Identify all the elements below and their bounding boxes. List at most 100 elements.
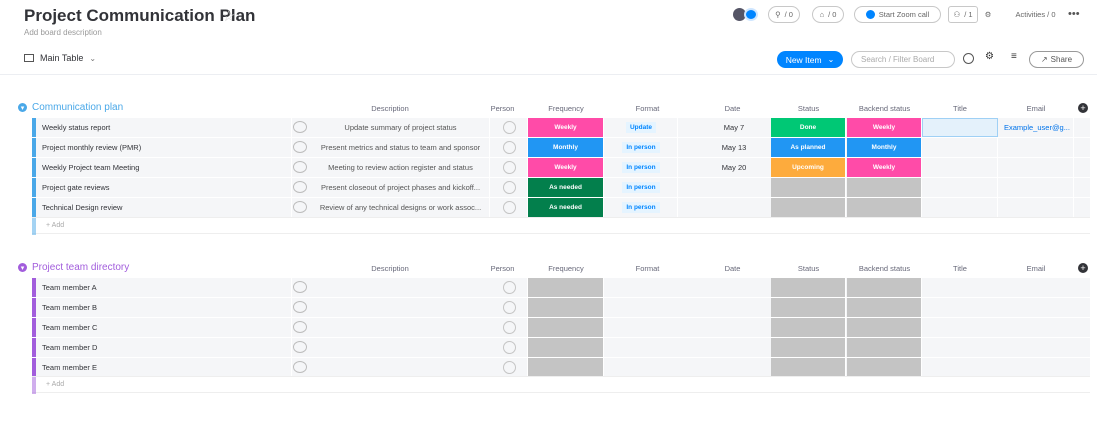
table-row[interactable]: Team member B [32,298,1090,317]
add-column-icon[interactable]: + [1078,263,1088,273]
item-name[interactable]: Technical Design review [42,198,292,217]
description-cell[interactable]: Present closeout of project phases and k… [312,178,490,197]
backend-status-cell[interactable] [847,198,922,217]
table-row[interactable]: Team member C [32,318,1090,337]
frequency-cell[interactable] [528,278,604,297]
column-header-backend-status[interactable]: Backend status [847,104,922,113]
column-header-format[interactable]: Format [605,264,690,273]
add-item-row[interactable]: + Add [32,376,1090,394]
column-header-date[interactable]: Date [700,104,765,113]
conversation-icon[interactable] [293,321,307,333]
status-cell[interactable] [771,358,846,377]
members-button[interactable]: ⚇/ 1 [948,6,978,23]
person-filter-icon[interactable] [963,53,974,64]
activities-button[interactable]: Activities / 0 [1009,6,1062,23]
zoom-call-button[interactable]: Start Zoom call [854,6,941,23]
person-cell[interactable] [492,198,528,217]
column-header-title[interactable]: Title [922,264,998,273]
add-column-icon[interactable]: + [1078,103,1088,113]
backend-status-cell[interactable] [847,298,922,317]
status-cell[interactable] [771,338,846,357]
column-header-description[interactable]: Description [340,264,440,273]
backend-status-cell[interactable] [847,338,922,357]
title-cell[interactable] [922,178,998,197]
email-cell[interactable] [998,158,1074,177]
star-icon[interactable]: ☆ [222,7,235,25]
description-cell[interactable]: Meeting to review action register and st… [312,158,490,177]
date-cell[interactable] [687,198,782,217]
item-name[interactable]: Project monthly review (PMR) [42,138,292,157]
updates-button[interactable]: ⌂/ 0 [812,6,844,23]
conversation-icon[interactable] [293,161,307,173]
status-cell[interactable] [771,318,846,337]
description-cell[interactable]: Update summary of project status [312,118,490,137]
email-cell[interactable]: Example_user@g... [998,118,1074,137]
title-cell[interactable] [922,158,998,177]
date-cell[interactable]: May 20 [687,158,782,177]
format-cell[interactable]: In person [605,158,678,177]
column-header-frequency[interactable]: Frequency [528,104,604,113]
person-cell[interactable] [492,318,528,337]
search-input[interactable]: Search / Filter Board [851,51,955,68]
status-cell[interactable] [771,198,846,217]
column-header-format[interactable]: Format [605,104,690,113]
table-row[interactable]: Project gate reviews Present closeout of… [32,178,1090,197]
backend-status-cell[interactable] [847,318,922,337]
item-name[interactable]: Team member B [42,298,292,317]
backend-status-cell[interactable] [847,358,922,377]
conversation-icon[interactable] [293,201,307,213]
column-header-person[interactable]: Person [480,264,525,273]
status-cell[interactable] [771,298,846,317]
frequency-cell[interactable] [528,358,604,377]
table-row[interactable]: Technical Design review Review of any te… [32,198,1090,217]
person-cell[interactable] [492,158,528,177]
group-title[interactable]: Project team directory [32,262,129,273]
frequency-cell[interactable]: As needed [528,178,604,197]
item-name[interactable]: Team member A [42,278,292,297]
conversation-icon[interactable] [293,281,307,293]
group-header-project-team-directory[interactable]: ▾ Project team directory [18,262,129,273]
conversation-icon[interactable] [293,141,307,153]
backend-status-cell[interactable] [847,178,922,197]
share-button[interactable]: ↗ Share [1029,51,1084,68]
table-row[interactable]: Team member E [32,358,1090,377]
conversation-icon[interactable] [293,121,307,133]
frequency-cell[interactable]: As needed [528,198,604,217]
title-cell[interactable] [922,198,998,217]
backend-status-cell[interactable] [847,278,922,297]
group-title[interactable]: Communication plan [32,102,123,113]
person-cell[interactable] [492,178,528,197]
table-row[interactable]: Project monthly review (PMR) Present met… [32,138,1090,157]
column-header-status[interactable]: Status [771,104,846,113]
new-item-button[interactable]: New Item ⌄ [777,51,843,68]
date-cell[interactable]: May 7 [687,118,782,137]
frequency-cell[interactable]: Weekly [528,158,604,177]
person-cell[interactable] [492,358,528,377]
table-row[interactable]: Team member A [32,278,1090,297]
column-header-description[interactable]: Description [340,104,440,113]
chevron-down-icon[interactable]: ▾ [18,103,27,112]
backend-status-cell[interactable]: Weekly [847,158,922,177]
format-cell[interactable]: In person [605,198,678,217]
status-cell[interactable]: Upcoming [771,158,846,177]
column-header-date[interactable]: Date [700,264,765,273]
item-name[interactable]: Team member E [42,358,292,377]
person-cell[interactable] [492,138,528,157]
frequency-cell[interactable] [528,338,604,357]
filter-icon[interactable]: ≡ [1011,51,1017,62]
date-cell[interactable] [687,178,782,197]
conversation-icon[interactable] [293,341,307,353]
backend-status-cell[interactable]: Weekly [847,118,922,137]
email-cell[interactable] [998,198,1074,217]
email-cell[interactable] [998,178,1074,197]
person-cell[interactable] [492,298,528,317]
title-cell[interactable] [922,138,998,157]
frequency-cell[interactable] [528,298,604,317]
backend-status-cell[interactable]: Monthly [847,138,922,157]
add-item-row[interactable]: + Add [32,217,1090,235]
avatar-video-icon[interactable] [744,8,758,21]
person-cell[interactable] [492,118,528,137]
item-name[interactable]: Weekly Project team Meeting [42,158,292,177]
frequency-cell[interactable] [528,318,604,337]
column-header-email[interactable]: Email [998,104,1074,113]
